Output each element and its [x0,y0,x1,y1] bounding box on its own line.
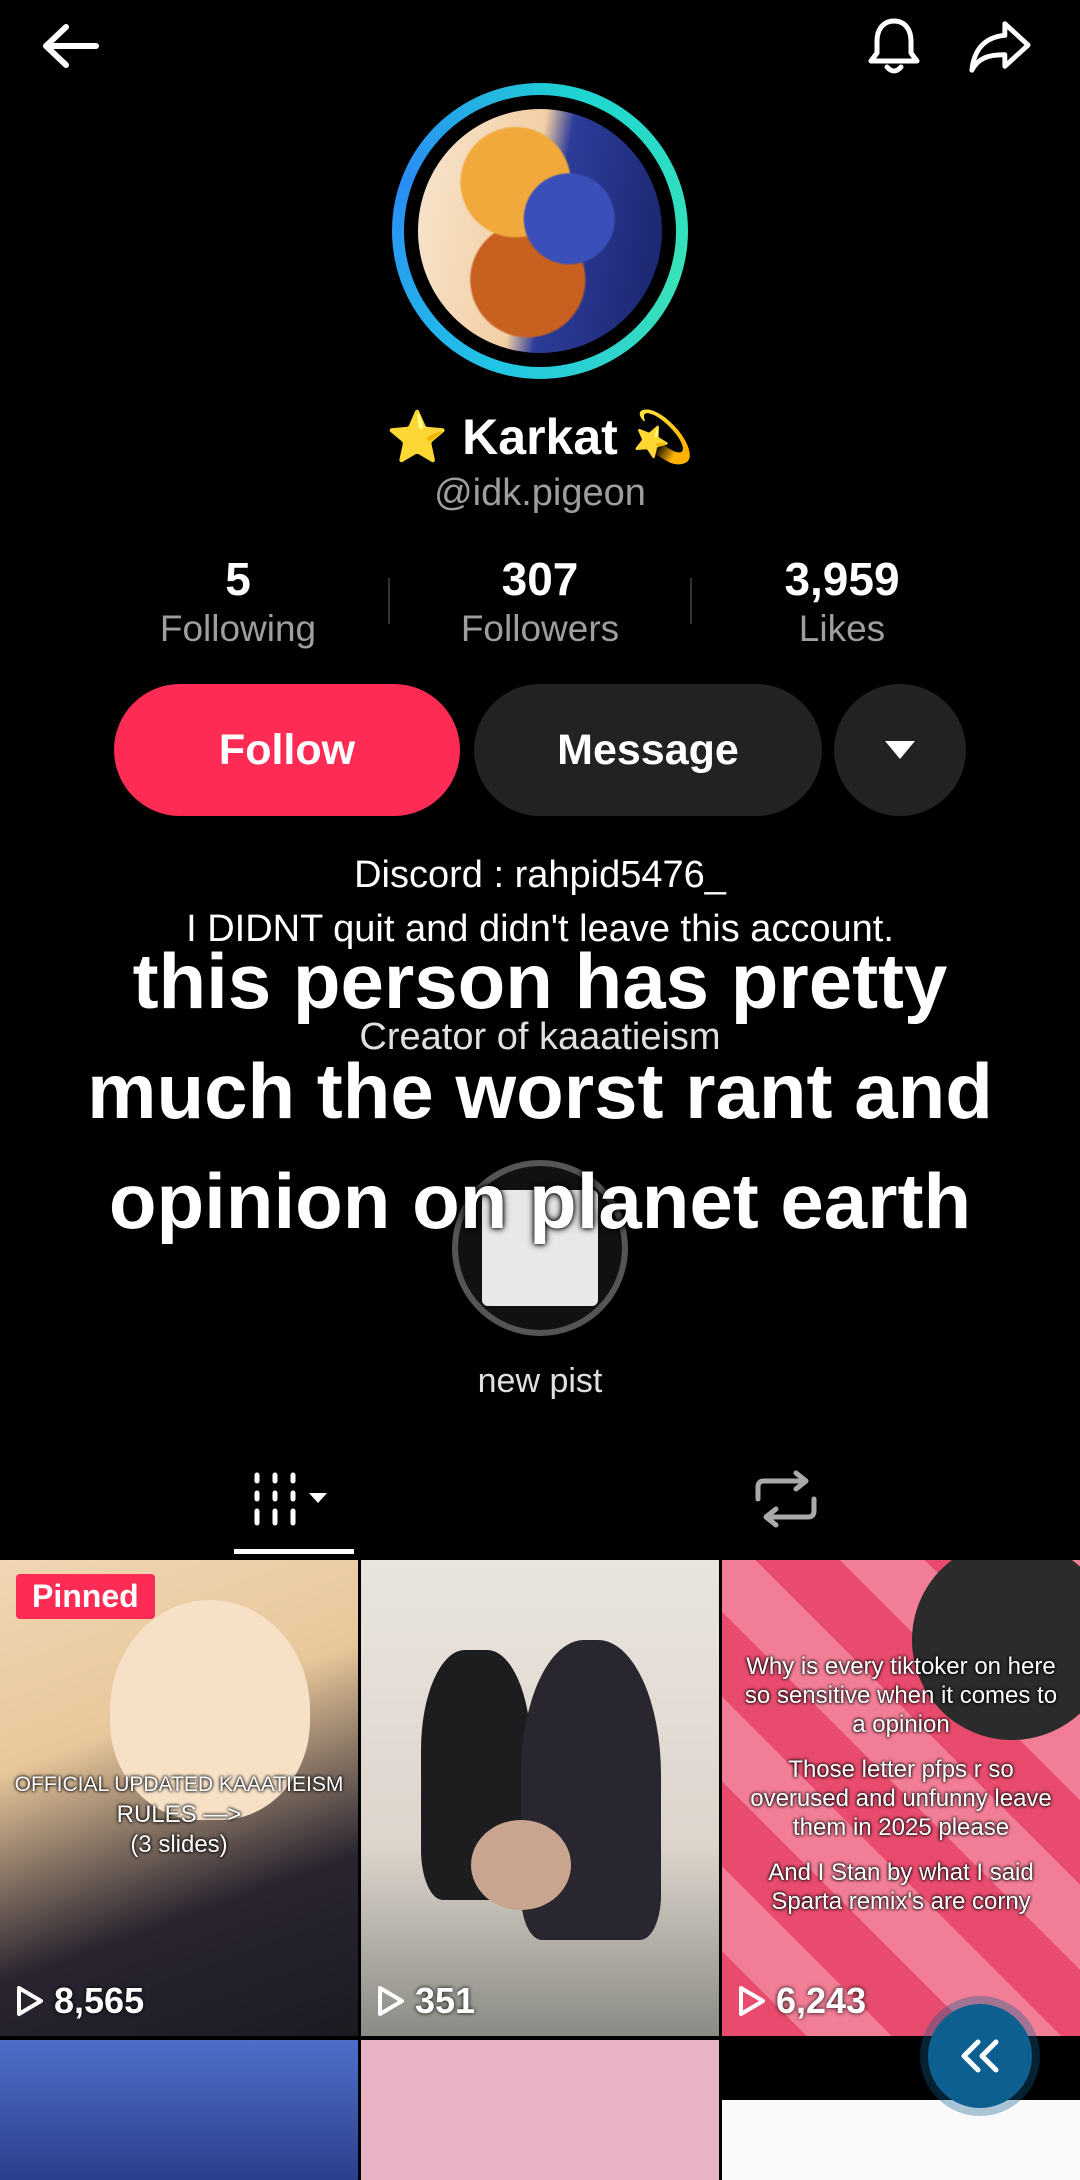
likes-count: 3,959 [784,553,900,605]
follow-button[interactable]: Follow [114,684,460,816]
play-icon [378,1986,404,2016]
back-button[interactable] [38,14,102,78]
overlay-line: this person has pretty [132,937,948,1025]
overlay-line: opinion on planet earth [108,1157,972,1245]
stat-followers[interactable]: 307 Followers [430,552,650,652]
display-name: ⭐ Karkat 💫 [386,409,694,465]
pinned-badge: Pinned [16,1574,155,1619]
tile-caption: Why is every tiktoker on here so sensiti… [744,1653,1058,1915]
video-tile[interactable] [0,2040,358,2180]
highlight-label: new pist [477,1362,603,1400]
view-count: 8,565 [16,1980,144,2022]
following-count: 5 [225,553,251,605]
caret-down-icon [885,741,915,759]
profile-avatar[interactable] [392,83,688,379]
suggested-accounts-button[interactable] [834,684,966,816]
tile-caption: OFFICIAL UPDATED KAAATIEISM RULES —> (3 … [14,1773,344,1858]
bell-icon [868,18,920,74]
share-button[interactable] [968,14,1032,78]
notification-bell-button[interactable] [862,14,926,78]
username: @idk.pigeon [434,472,646,514]
arrow-left-icon [43,24,99,68]
followers-count: 307 [501,553,579,605]
bio-line: Discord : rahpid5476_ [354,854,726,896]
repost-icon [755,1470,817,1528]
video-tile[interactable]: Pinned OFFICIAL UPDATED KAAATIEISM RULES… [0,1560,358,2036]
followers-label: Followers [460,608,620,649]
avatar-image [418,109,662,353]
stat-divider [690,578,692,624]
tab-videos[interactable] [234,1464,354,1534]
tab-reposts[interactable] [726,1464,846,1534]
stat-likes[interactable]: 3,959 Likes [732,552,952,652]
view-count: 351 [377,1980,475,2022]
stat-divider [388,578,390,624]
play-icon [739,1986,765,2016]
tile-artwork [471,1820,571,1910]
play-icon [17,1986,43,2016]
double-chevron-left-icon [961,2039,999,2073]
message-button[interactable]: Message [474,684,822,816]
collapse-button[interactable] [928,2004,1032,2108]
share-arrow-icon [969,21,1031,73]
video-tile[interactable] [361,2040,719,2180]
stat-following[interactable]: 5 Following [128,552,348,652]
overlay-line: much the worst rant and [87,1047,993,1135]
following-label: Following [159,608,317,649]
likes-label: Likes [798,608,886,649]
view-count: 6,243 [738,1980,866,2022]
video-tile[interactable]: 351 [361,1560,719,2036]
grid-icon [254,1472,327,1526]
overlay-caption: this person has pretty much the worst ra… [40,926,1040,1256]
video-tile[interactable]: Why is every tiktoker on here so sensiti… [722,1560,1080,2036]
active-tab-indicator [234,1549,354,1554]
